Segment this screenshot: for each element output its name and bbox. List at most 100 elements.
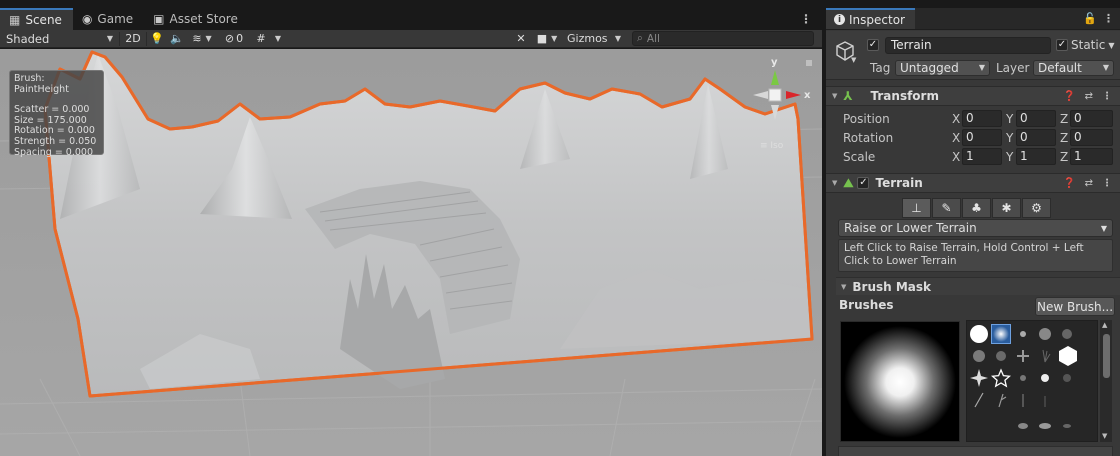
splat-brush-icon [1017, 350, 1029, 362]
iso-indicator: ≡ Iso [760, 141, 784, 151]
help-icon[interactable]: ❓ [1063, 178, 1075, 189]
axis-y-label: Y [1006, 149, 1014, 164]
scroll-up-icon[interactable]: ▲ [1102, 321, 1107, 329]
brush-cloud-2[interactable] [1057, 324, 1077, 344]
brush-cloud-1[interactable] [1035, 324, 1055, 344]
scroll-down-icon[interactable]: ▼ [1102, 432, 1107, 440]
terrain-settings-tool-button[interactable]: ⚙ [1022, 198, 1051, 218]
paint-trees-tool-button[interactable]: ♣ [962, 198, 991, 218]
position-x-field[interactable]: 0 [962, 110, 1002, 127]
rotation-x-field[interactable]: 0 [962, 129, 1002, 146]
transform-title: Transform [870, 89, 939, 103]
more-options-icon[interactable]: ⋮ [790, 8, 822, 30]
preset-icon[interactable]: ⇄ [1085, 178, 1093, 189]
more-options-icon[interactable]: ⋮ [1102, 178, 1112, 189]
layer-label: Layer [996, 61, 1030, 75]
brush-grass[interactable] [1035, 346, 1055, 366]
help-icon[interactable]: ❓ [1063, 91, 1075, 102]
brush-noise-2[interactable] [991, 346, 1011, 366]
grid-toggle[interactable]: # [251, 30, 271, 48]
orientation-gizmo[interactable]: y x [748, 57, 818, 129]
lighting-toggle[interactable]: 💡 [147, 30, 167, 48]
hidden-objects-toggle[interactable]: ⊘ 0 [217, 30, 251, 48]
mode-2d-button[interactable]: 2D [120, 30, 146, 48]
position-y-field[interactable]: 0 [1016, 110, 1056, 127]
brush-rock-2[interactable] [1035, 412, 1055, 432]
paint-texture-tool-button[interactable]: ✎ [932, 198, 961, 218]
brush-mask-title: Brush Mask [852, 279, 932, 294]
eye-slash-icon: ⊘ [224, 32, 235, 45]
camera-dropdown[interactable]: ■ ▼ [532, 30, 562, 48]
brush-icon: ✎ [941, 201, 952, 215]
new-brush-button[interactable]: New Brush... [1035, 297, 1115, 316]
brush-hexagon[interactable] [1057, 346, 1077, 366]
preset-icon[interactable]: ⇄ [1085, 91, 1093, 102]
grid-dropdown[interactable]: ▼ [271, 30, 285, 48]
scene-search-input[interactable]: ⌕ All [632, 31, 814, 46]
static-checkbox[interactable]: ✓ [1056, 39, 1068, 51]
brush-soft-circle[interactable] [991, 324, 1011, 344]
terrain-component-header[interactable]: ▼ ⛰ ✓ Terrain ❓ ⇄ ⋮ [826, 173, 1120, 193]
effects-dropdown[interactable]: ≋ ▼ [187, 30, 217, 48]
chevron-down-icon[interactable]: ▼ [851, 56, 856, 64]
rotation-y-field[interactable]: 0 [1016, 129, 1056, 146]
static-toggle[interactable]: ✓ Static ▼ [1056, 38, 1114, 52]
brush-branch-1[interactable] [969, 390, 989, 410]
rock-brush-icon [1039, 423, 1051, 429]
bag-icon: ▣ [153, 12, 165, 26]
scale-z-field[interactable]: 1 [1070, 148, 1113, 165]
scene-toolbar: Shaded ▼ 2D 💡 🔈 ≋ ▼ ⊘ 0 # ▼ ✕ ■ ▼ Gizmos… [0, 30, 822, 48]
brush-small-soft[interactable] [1013, 324, 1033, 344]
scale-label: Scale [843, 149, 876, 164]
more-options-icon[interactable]: ⋮ [1103, 12, 1114, 25]
shading-mode-dropdown[interactable]: Shaded ▼ [0, 30, 119, 48]
axis-y-label: Y [1006, 130, 1014, 145]
terrain-render: ≡ Iso [0, 49, 822, 456]
tab-game[interactable]: ◉ Game [73, 8, 144, 30]
audio-toggle[interactable]: 🔈 [167, 30, 187, 48]
more-options-icon[interactable]: ⋮ [1102, 91, 1112, 102]
grass-icon: ✱ [1001, 201, 1012, 215]
axis-y-label: Y [1006, 111, 1014, 126]
rotation-z-field[interactable]: 0 [1070, 129, 1113, 146]
transform-header[interactable]: ▼ ⅄ Transform ❓ ⇄ ⋮ [826, 86, 1120, 106]
rock-brush-icon [1018, 423, 1028, 429]
tab-scene[interactable]: ▦ Scene [0, 8, 73, 30]
position-z-field[interactable]: 0 [1070, 110, 1113, 127]
brush-branch-2[interactable] [991, 390, 1011, 410]
brush-small-dot[interactable] [1013, 368, 1033, 388]
object-name-field[interactable]: Terrain [885, 37, 1051, 54]
inspector-tabbar: i Inspector 🔓 ⋮ [826, 8, 1120, 30]
brush-white-dot[interactable] [1035, 368, 1055, 388]
tools-button[interactable]: ✕ [510, 30, 532, 48]
terrain-component-icon: ⛰ [843, 175, 854, 190]
brush-rock-1[interactable] [1013, 412, 1033, 432]
scale-y-field[interactable]: 1 [1016, 148, 1056, 165]
brush-starburst[interactable] [969, 368, 989, 388]
layer-dropdown[interactable]: Default ▼ [1033, 60, 1114, 76]
scrollbar-thumb[interactable] [1103, 334, 1110, 378]
small-soft-brush-icon [1020, 331, 1026, 337]
terrain-tool-dropdown[interactable]: Raise or Lower Terrain ▼ [838, 219, 1113, 237]
gizmos-dropdown[interactable]: Gizmos ▼ [562, 30, 626, 48]
brush-branch-4[interactable] [1035, 390, 1055, 410]
scene-viewport[interactable]: ≡ Iso y x Brush: PaintHeight Scatter = 0… [0, 49, 822, 456]
brush-rock-3[interactable] [1057, 412, 1077, 432]
tab-asset-store[interactable]: ▣ Asset Store [144, 8, 249, 30]
lock-icon[interactable]: 🔓 [1083, 12, 1097, 25]
brush-branch-3[interactable] [1013, 390, 1033, 410]
brush-mask-header[interactable]: ▼ Brush Mask [836, 277, 1120, 295]
brush-star-outline[interactable] [991, 368, 1011, 388]
brush-splat[interactable] [1013, 346, 1033, 366]
terrain-enabled-checkbox[interactable]: ✓ [857, 177, 870, 189]
brush-noise-1[interactable] [969, 346, 989, 366]
brush-smudge[interactable] [1057, 368, 1077, 388]
brush-falloff-preview [841, 322, 959, 441]
tag-dropdown[interactable]: Untagged ▼ [895, 60, 990, 76]
paint-terrain-tool-button[interactable]: ⊥ [902, 198, 931, 218]
scale-x-field[interactable]: 1 [962, 148, 1002, 165]
tab-inspector[interactable]: i Inspector [826, 8, 915, 29]
paint-details-tool-button[interactable]: ✱ [992, 198, 1021, 218]
object-active-checkbox[interactable]: ✓ [867, 39, 879, 51]
brush-hard-circle[interactable] [969, 324, 989, 344]
